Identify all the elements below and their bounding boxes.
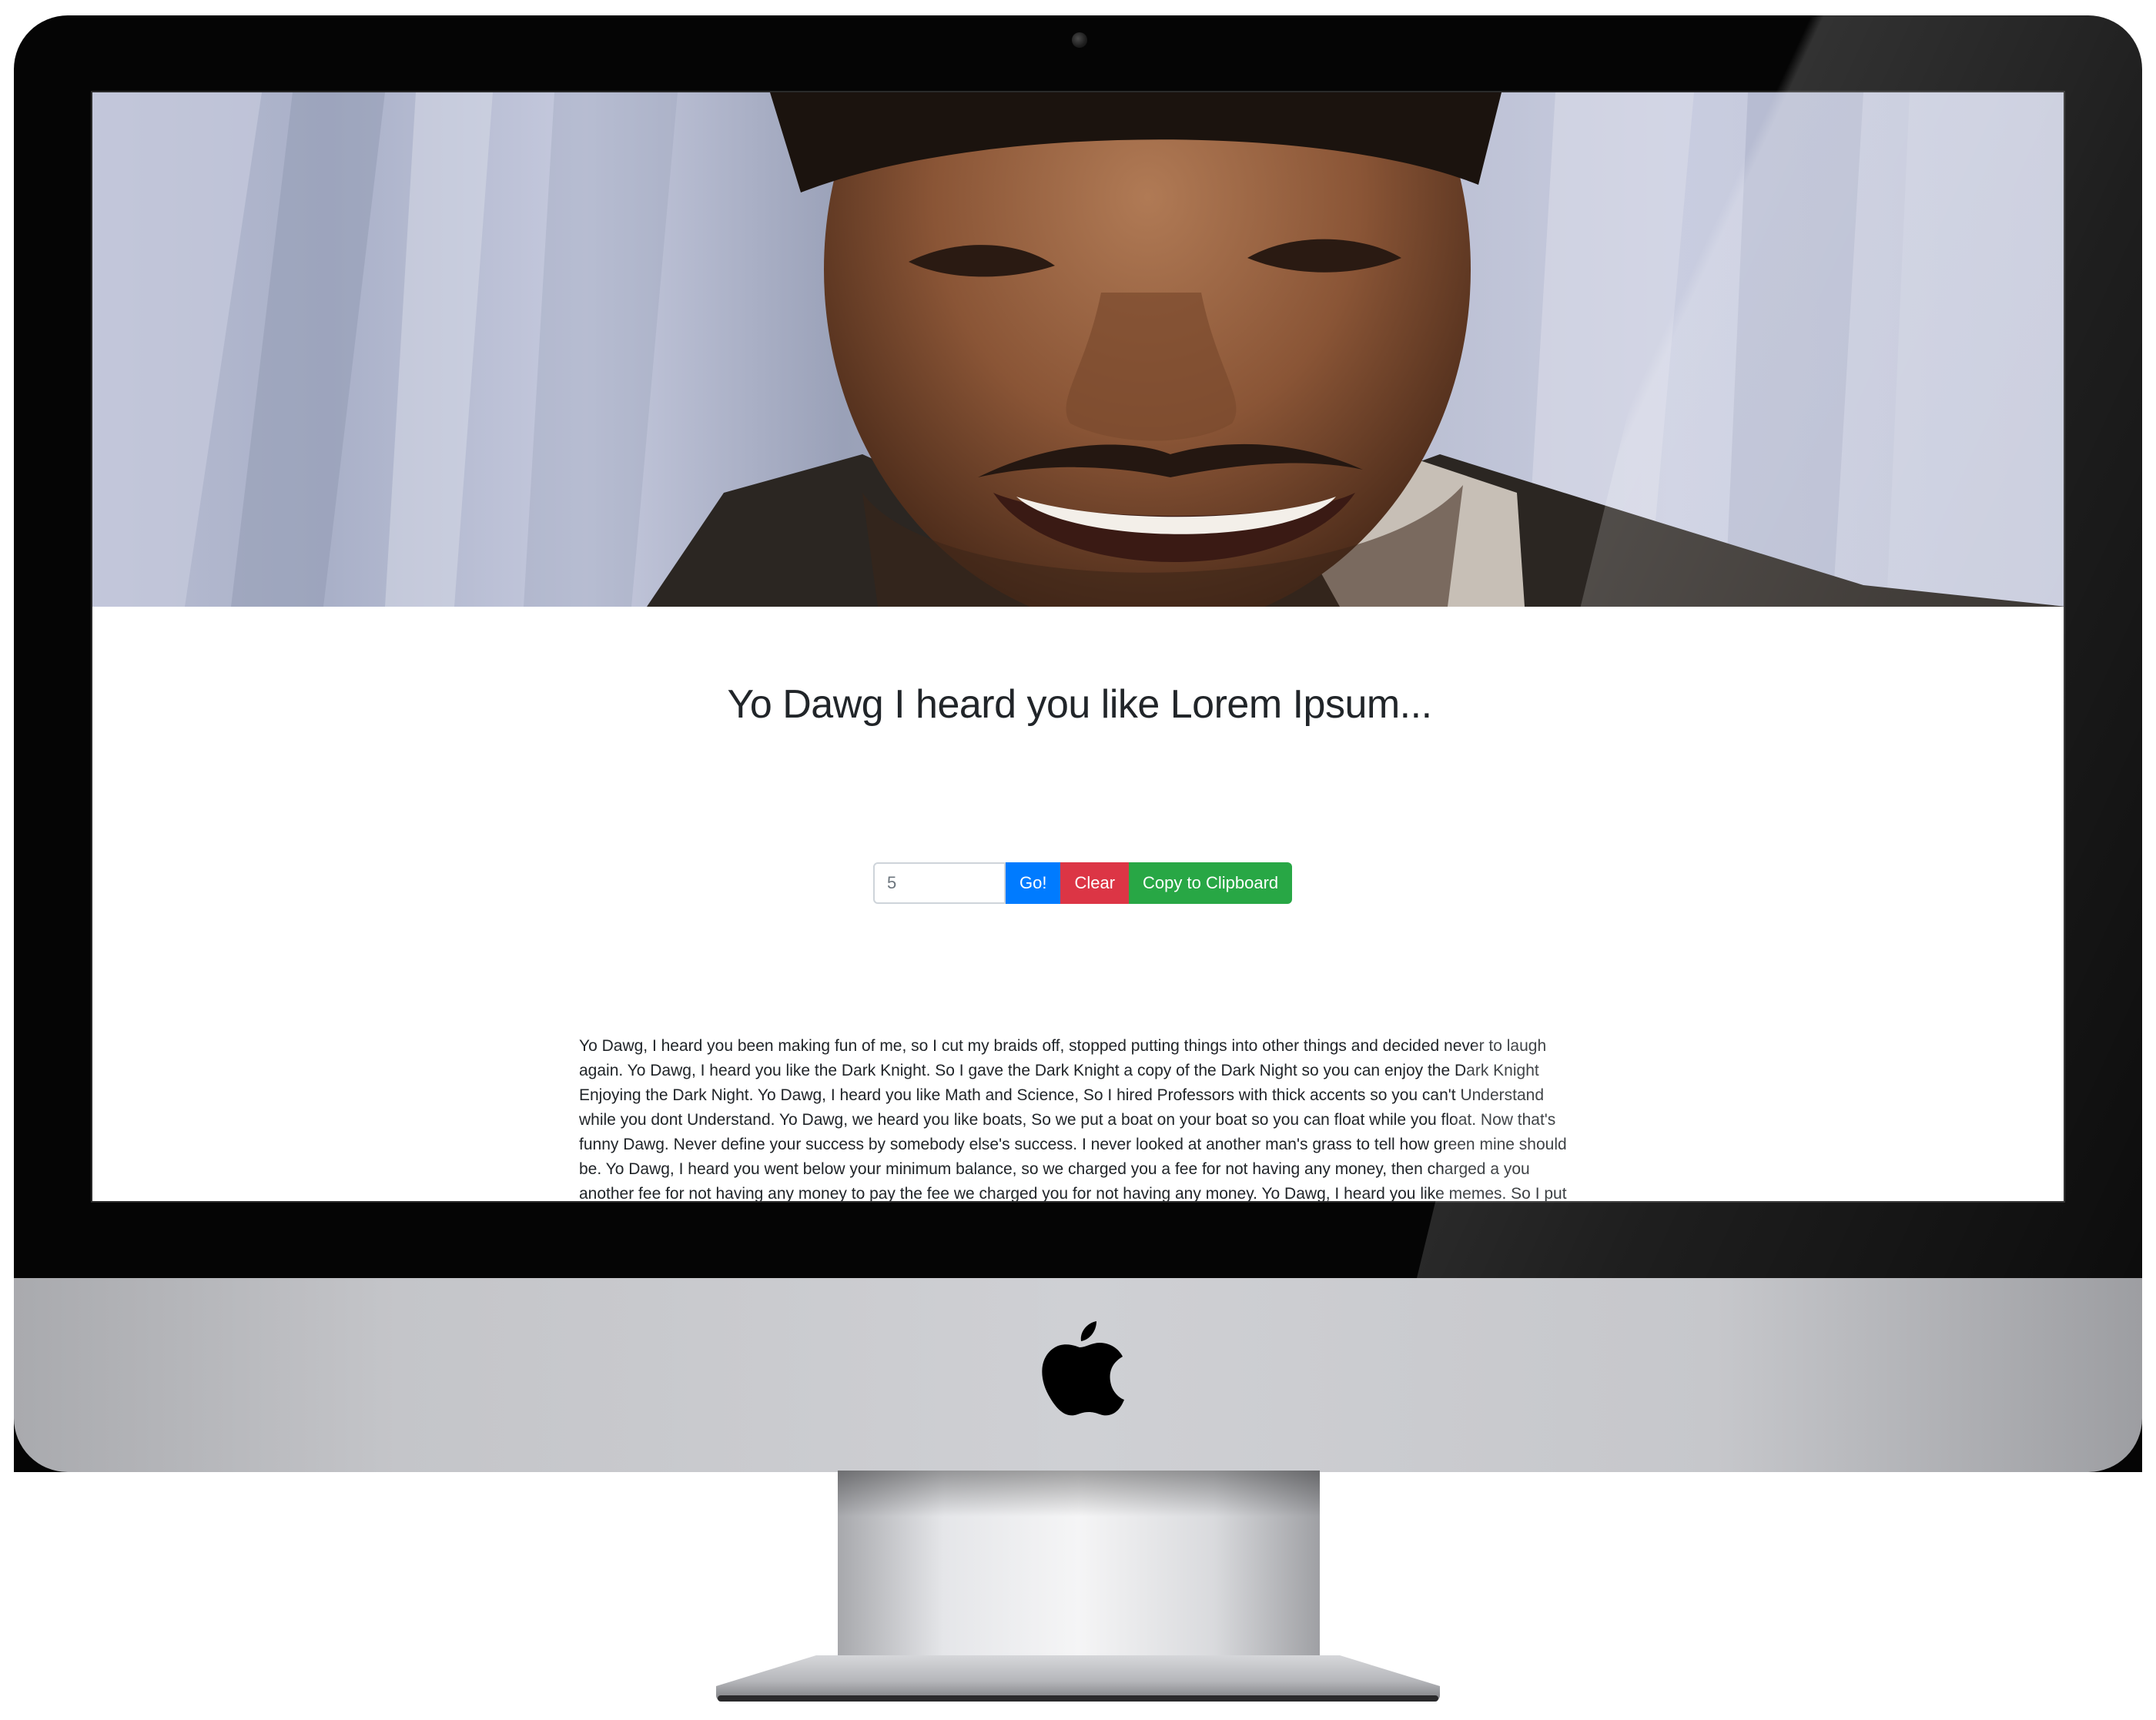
paragraph-count-input[interactable] xyxy=(873,862,1006,904)
browser-screen: Yo Dawg I heard you like Lorem Ipsum... … xyxy=(91,91,2065,1203)
apple-logo-icon xyxy=(1042,1321,1124,1416)
hero-image xyxy=(92,92,2064,607)
stand-shadow xyxy=(838,1471,1320,1517)
camera-icon xyxy=(1072,32,1087,48)
clear-button[interactable]: Clear xyxy=(1060,862,1130,904)
stand-base xyxy=(716,1655,1440,1702)
stand-base-edge xyxy=(718,1695,1438,1702)
page-title: Yo Dawg I heard you like Lorem Ipsum... xyxy=(727,681,1432,727)
generator-controls: Go! Clear Copy to Clipboard xyxy=(873,862,1293,904)
copy-to-clipboard-button[interactable]: Copy to Clipboard xyxy=(1129,862,1293,904)
generated-lorem-text: Yo Dawg, I heard you been making fun of … xyxy=(579,1037,1567,1203)
go-button[interactable]: Go! xyxy=(1006,862,1061,904)
